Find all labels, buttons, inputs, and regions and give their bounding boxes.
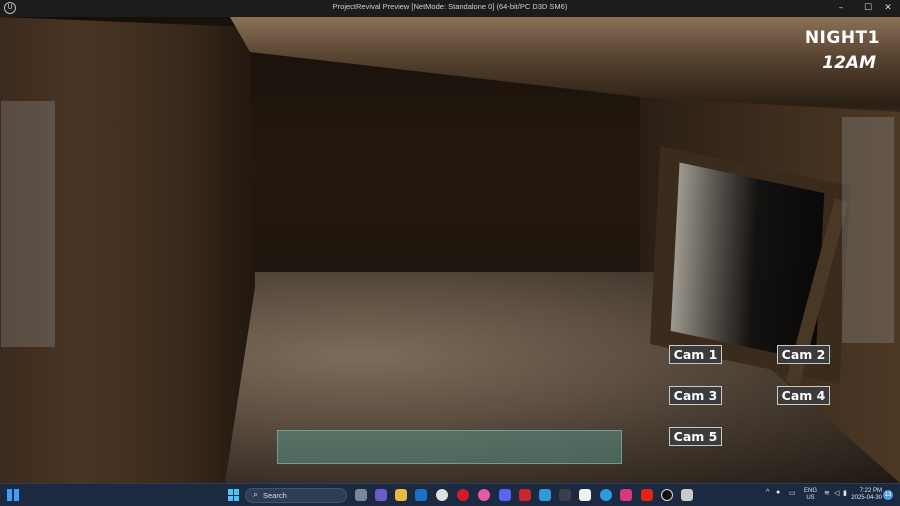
opera-icon[interactable] (457, 489, 469, 501)
notification-badge[interactable]: 13 (883, 490, 893, 500)
search-placeholder: Search (263, 491, 287, 500)
terminal-icon[interactable] (559, 489, 571, 501)
clock-time: 7:22 PM (859, 488, 882, 494)
cam-5-button[interactable]: Cam 5 (669, 427, 722, 446)
teams-icon[interactable] (375, 489, 387, 501)
right-door-panel[interactable] (842, 117, 894, 343)
itunes-icon[interactable] (478, 489, 490, 501)
language-indicator[interactable]: ENG US (804, 488, 817, 502)
file-explorer-icon[interactable] (355, 489, 367, 501)
language-label: ENG (804, 488, 818, 494)
window-titlebar: U ProjectRevival Preview [NetMode: Stand… (0, 0, 900, 17)
game-viewport[interactable]: NIGHT1 12AM Cam 1 Cam 2 Cam 3 Cam 4 Cam … (0, 17, 900, 483)
minimize-icon[interactable]: – (828, 0, 854, 17)
youtube-icon[interactable] (641, 489, 653, 501)
unreal-engine-icon[interactable] (661, 489, 673, 501)
folder-icon[interactable] (395, 489, 407, 501)
app-pink-icon[interactable] (620, 489, 632, 501)
region-label: US (806, 495, 815, 501)
discord-icon[interactable] (499, 489, 511, 501)
battery-icon[interactable]: ▮ (843, 489, 847, 497)
start-button[interactable] (228, 489, 240, 501)
camera-toggle-bar[interactable] (277, 430, 622, 464)
photos-icon[interactable] (539, 489, 551, 501)
app-red-icon[interactable] (519, 489, 531, 501)
search-icon: ⌕ (253, 490, 259, 500)
chevron-up-icon[interactable]: ^ (766, 489, 769, 496)
window-title: ProjectRevival Preview [NetMode: Standal… (332, 2, 568, 11)
cam-1-button[interactable]: Cam 1 (669, 345, 722, 364)
close-icon[interactable]: ✕ (875, 0, 900, 17)
search-input[interactable]: ⌕ Search (245, 488, 347, 503)
volume-icon[interactable]: ◁ (834, 489, 839, 497)
widgets-icon[interactable] (7, 489, 19, 501)
cam-4-button[interactable]: Cam 4 (777, 386, 830, 405)
night-indicator: NIGHT1 (804, 28, 880, 48)
cam-2-button[interactable]: Cam 2 (777, 345, 830, 364)
taskbar: ⌕ Search ^ ● ▭ ENG US ≋ ◁ ▮ 7:22 PM 2025… (0, 483, 900, 506)
outlook-icon[interactable] (415, 489, 427, 501)
left-door-panel[interactable] (1, 101, 55, 347)
clock[interactable]: 7:22 PM 2025-04-30 (850, 488, 882, 502)
app-bolt-icon[interactable] (681, 489, 693, 501)
edge-icon[interactable] (600, 489, 612, 501)
chrome-icon[interactable] (436, 489, 448, 501)
cam-3-button[interactable]: Cam 3 (669, 386, 722, 405)
tray-app-icon[interactable]: ● (776, 489, 780, 496)
keyboard-icon[interactable]: ▭ (789, 489, 796, 497)
notion-icon[interactable] (579, 489, 591, 501)
time-indicator: 12AM (822, 53, 876, 73)
clock-date: 2025-04-30 (851, 495, 882, 501)
wifi-icon[interactable]: ≋ (824, 489, 830, 497)
